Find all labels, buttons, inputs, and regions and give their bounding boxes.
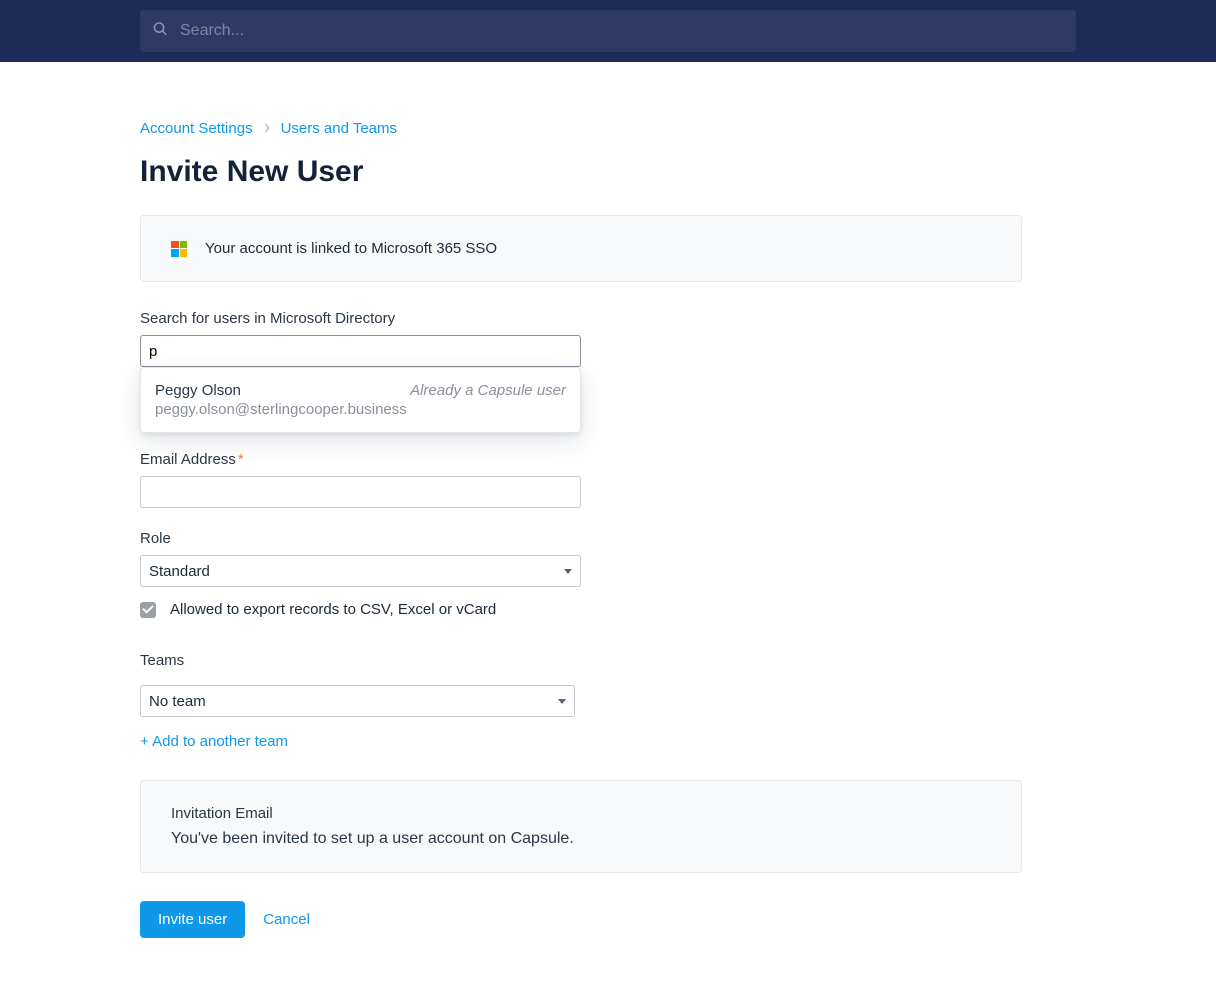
email-field[interactable] xyxy=(140,476,581,508)
search-icon xyxy=(152,21,169,42)
chevron-right-icon xyxy=(263,120,271,137)
chevron-down-icon xyxy=(564,569,572,574)
role-label: Role xyxy=(140,530,581,547)
directory-search-input[interactable] xyxy=(140,335,581,367)
team-select-value: No team xyxy=(149,693,206,710)
global-search-wrap xyxy=(140,10,1076,52)
cancel-button[interactable]: Cancel xyxy=(263,911,310,928)
email-label: Email Address* xyxy=(140,451,581,468)
autocomplete-result[interactable]: Peggy Olson Already a Capsule user xyxy=(155,382,566,399)
global-search-input[interactable] xyxy=(140,10,1076,52)
export-allowed-checkbox[interactable] xyxy=(140,602,156,618)
directory-search-label: Search for users in Microsoft Directory xyxy=(140,310,581,327)
autocomplete-result-name: Peggy Olson xyxy=(155,382,241,399)
invitation-email-body: You've been invited to set up a user acc… xyxy=(171,830,991,848)
microsoft-icon xyxy=(171,241,187,257)
breadcrumb-account-settings[interactable]: Account Settings xyxy=(140,120,253,137)
invitation-email-panel: Invitation Email You've been invited to … xyxy=(140,780,1022,873)
role-select[interactable]: Standard xyxy=(140,555,581,587)
team-select[interactable]: No team xyxy=(140,685,575,717)
invitation-email-heading: Invitation Email xyxy=(171,805,991,822)
breadcrumb-users-and-teams[interactable]: Users and Teams xyxy=(281,120,397,137)
invite-user-button[interactable]: Invite user xyxy=(140,901,245,938)
page-title: Invite New User xyxy=(140,155,1076,189)
add-another-team-link[interactable]: + Add to another team xyxy=(140,733,288,750)
autocomplete-result-note: Already a Capsule user xyxy=(410,382,566,399)
breadcrumb: Account Settings Users and Teams xyxy=(140,120,1076,137)
export-allowed-label: Allowed to export records to CSV, Excel … xyxy=(170,601,496,618)
app-header xyxy=(0,0,1216,62)
teams-label: Teams xyxy=(140,652,575,669)
role-select-value: Standard xyxy=(149,563,210,580)
directory-autocomplete-popover: Peggy Olson Already a Capsule user peggy… xyxy=(140,367,581,433)
sso-info-text: Your account is linked to Microsoft 365 … xyxy=(205,240,497,257)
autocomplete-result-email: peggy.olson@sterlingcooper.business xyxy=(155,401,566,418)
chevron-down-icon xyxy=(558,699,566,704)
required-star-icon: * xyxy=(238,451,244,468)
sso-info-panel: Your account is linked to Microsoft 365 … xyxy=(140,215,1022,282)
form-actions: Invite user Cancel xyxy=(140,901,1076,938)
